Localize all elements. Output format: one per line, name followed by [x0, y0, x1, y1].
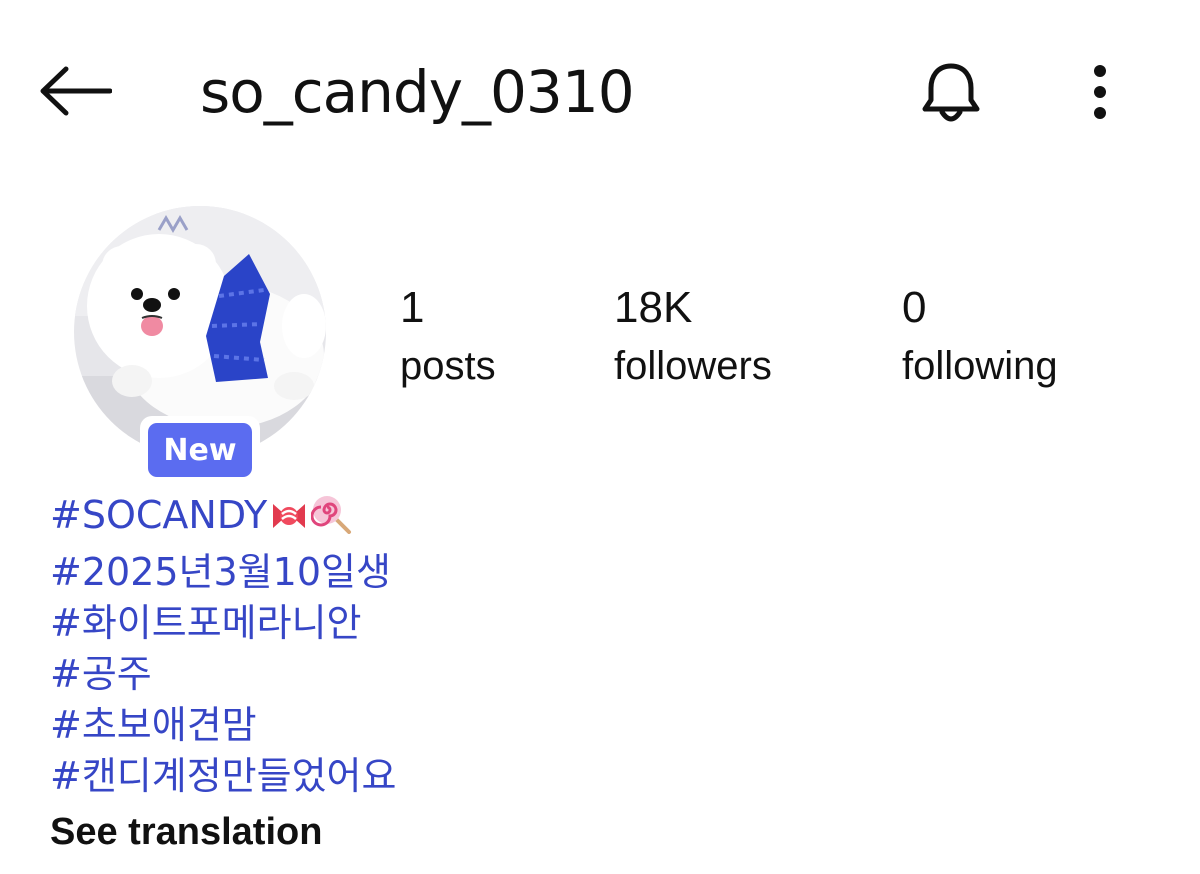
- posts-label: posts: [400, 344, 496, 388]
- following-label: following: [902, 344, 1058, 388]
- followers-label: followers: [614, 344, 772, 388]
- hashtag-link[interactable]: #2025년3월10일생: [50, 547, 750, 598]
- posts-count: 1: [400, 283, 425, 332]
- bell-icon: [922, 63, 980, 122]
- more-vertical-icon: [1094, 65, 1106, 119]
- profile-username: so_candy_0310: [200, 58, 635, 126]
- lollipop-emoji: [310, 494, 353, 547]
- hashtag-link[interactable]: #초보애견맘: [50, 700, 750, 751]
- followers-count: 18K: [614, 283, 693, 332]
- profile-stats: 1 posts 18K followers 0 following: [0, 280, 1200, 400]
- profile-header: so_candy_0310: [0, 0, 1200, 180]
- see-translation-link[interactable]: See translation: [50, 806, 750, 858]
- notifications-button[interactable]: [912, 54, 990, 132]
- more-options-button[interactable]: [1078, 60, 1122, 124]
- hashtag-link[interactable]: #화이트포메라니안: [50, 598, 750, 649]
- back-button[interactable]: [34, 56, 116, 126]
- arrow-left-icon: [40, 66, 112, 116]
- profile-bio: #SOCANDY #2025년3월10일생 #화이트포메라니안 #공주 #초보애…: [50, 490, 750, 858]
- following-count: 0: [902, 283, 927, 332]
- hashtag-text: #SOCANDY: [50, 493, 268, 537]
- lollipop-icon: [310, 496, 352, 534]
- stat-following[interactable]: 0 following: [902, 280, 1058, 396]
- hashtag-link[interactable]: #SOCANDY: [50, 490, 750, 547]
- stat-followers[interactable]: 18K followers: [614, 280, 772, 396]
- stat-posts[interactable]: 1 posts: [400, 280, 496, 396]
- hashtag-link[interactable]: #캔디계정만들었어요: [50, 751, 750, 802]
- candy-emoji: [269, 496, 309, 547]
- candy-icon: [273, 504, 306, 528]
- new-badge-label: New: [148, 423, 252, 477]
- hashtag-link[interactable]: #공주: [50, 649, 750, 700]
- new-badge: New: [140, 416, 260, 484]
